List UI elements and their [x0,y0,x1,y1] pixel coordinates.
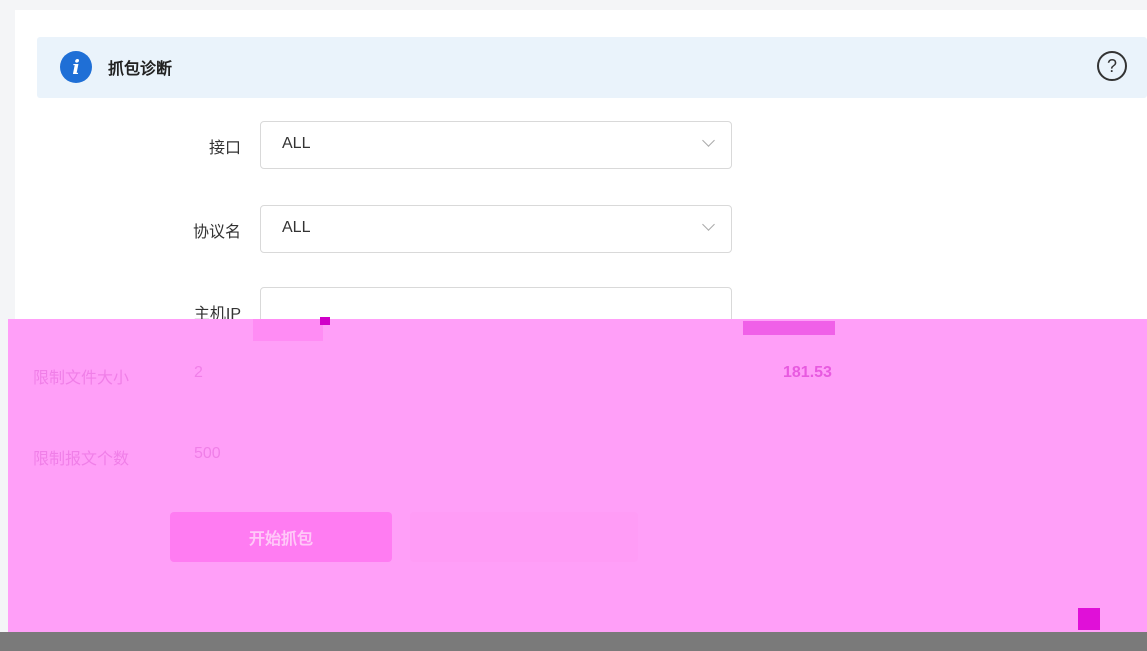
chevron-down-icon [702,134,715,147]
protocol-value: ALL [282,219,311,236]
interface-label: 接口 [208,140,241,157]
packet-count-limit-value: 500 [194,445,221,462]
chevron-down-icon [702,218,715,231]
file-size-limit-value: 2 [194,364,203,381]
protocol-label: 协议名 [192,224,241,241]
protocol-select[interactable]: ALL [260,205,732,253]
interface-select[interactable]: ALL [260,121,732,169]
interface-value: ALL [282,135,311,152]
packet-count-limit-label: 限制报文个数 [33,451,130,468]
overlay-region: 限制文件大小 2 181.53 限制报文个数 500 开始抓包 [8,317,1147,632]
info-icon: i [60,51,92,83]
file-size-limit-label: 限制文件大小 [33,370,130,387]
page-title: 抓包诊断 [108,61,173,78]
available-space-value: 181.53 [783,364,832,381]
start-capture-button[interactable]: 开始抓包 [170,512,392,562]
info-bar: i 抓包诊断 ? [37,37,1147,98]
capture-panel: i 抓包诊断 ? 接口 ALL 协议名 ALL 主机IP [15,10,1147,335]
overlay-artifact [743,321,835,335]
overlay-artifact [320,317,330,325]
footer-bar [0,632,1147,651]
help-icon[interactable]: ? [1097,51,1127,81]
secondary-action-button[interactable] [410,512,638,562]
protocol-row: 协议名 ALL [15,205,1147,255]
interface-row: 接口 ALL [15,121,1147,171]
overlay-artifact [1078,608,1100,630]
overlay-artifact [253,319,323,341]
